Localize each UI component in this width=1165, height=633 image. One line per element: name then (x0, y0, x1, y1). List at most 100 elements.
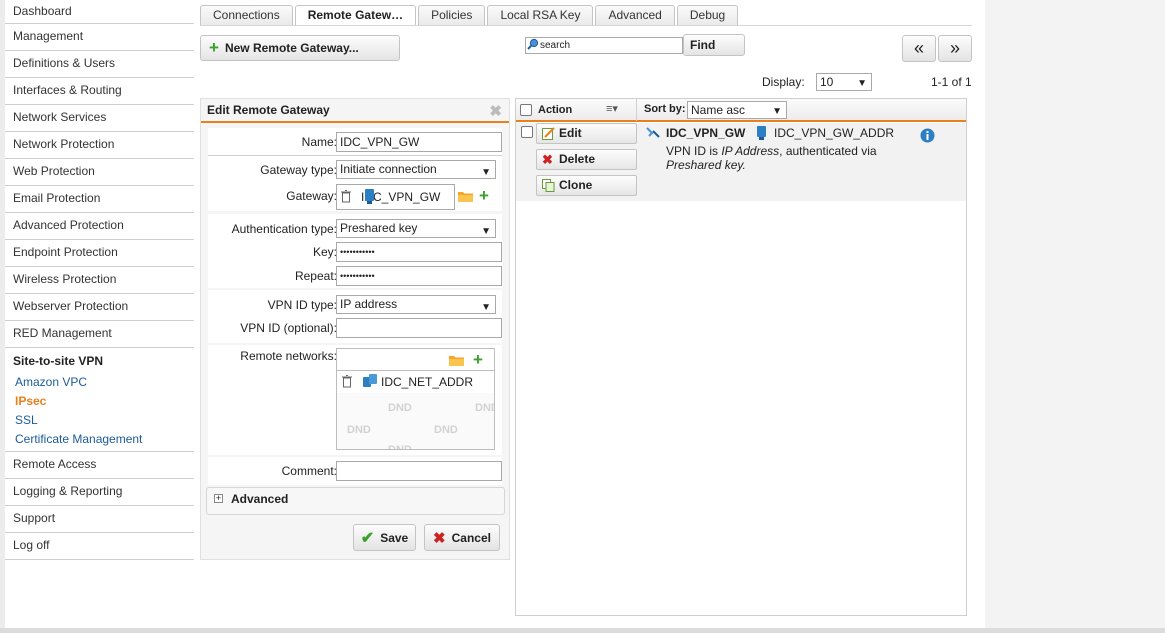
entry-host[interactable]: IDC_VPN_GW_ADDR (774, 126, 894, 140)
remote-networks-section: Remote networks: + IDC_NET_ADDR DND DN D… (208, 345, 502, 455)
tab-connections[interactable]: Connections (200, 5, 293, 26)
nav-log-off[interactable]: Log off (5, 533, 194, 560)
comment-section: Comment: (208, 457, 502, 485)
edit-button[interactable]: Edit (536, 123, 637, 144)
tab-remote-gateways[interactable]: Remote Gatew… (294, 5, 417, 26)
nav-webserver-protection[interactable]: Webserver Protection (5, 294, 194, 321)
search-input[interactable]: search (525, 37, 683, 54)
tab-advanced[interactable]: Advanced (595, 5, 675, 26)
tab-debug[interactable]: Debug (676, 5, 739, 26)
remote-network-item[interactable]: IDC_NET_ADDR (337, 371, 494, 393)
chevron-down-icon: ▼ (857, 78, 867, 89)
checkmark-icon: ✔ (360, 529, 375, 547)
list-header: Action ≡▾ Sort by: Name asc ▼ (516, 99, 966, 122)
nav-definitions-users[interactable]: Definitions & Users (5, 51, 194, 78)
expand-icon[interactable]: + (214, 494, 223, 503)
edit-panel-title: Edit Remote Gateway (207, 103, 330, 117)
key-input[interactable]: ••••••••••• (336, 242, 502, 262)
name-input[interactable]: IDC_VPN_GW (336, 132, 502, 152)
nav-logging-reporting[interactable]: Logging & Reporting (5, 479, 194, 506)
comment-label: Comment: (281, 464, 337, 478)
add-icon[interactable]: + (479, 187, 489, 204)
sortby-select[interactable]: Name asc ▼ (687, 101, 787, 119)
select-all-checkbox[interactable] (520, 104, 532, 116)
gateway-row: Gateway: IDC_VPN_GW + (208, 184, 502, 210)
comment-row: Comment: (208, 461, 502, 483)
auth-type-value: Preshared key (340, 221, 418, 235)
main-panel: Connections Remote Gatew… Policies Local… (194, 0, 985, 628)
trash-icon[interactable] (341, 190, 351, 203)
close-icon[interactable]: ✖ (489, 101, 502, 123)
nav-network-services[interactable]: Network Services (5, 105, 194, 132)
key-row: Key: ••••••••••• (208, 242, 502, 264)
edit-panel-header: Edit Remote Gateway ✖ (201, 99, 509, 123)
sidebar: Dashboard Management Definitions & Users… (5, 0, 194, 633)
column-menu-icon[interactable]: ≡▾ (606, 102, 618, 115)
host-icon (365, 189, 374, 204)
delete-button[interactable]: ✖ Delete (536, 149, 637, 170)
nav-endpoint-protection[interactable]: Endpoint Protection (5, 240, 194, 267)
nav-advanced-protection[interactable]: Advanced Protection (5, 213, 194, 240)
vpn-id-label: VPN ID (optional): (240, 321, 337, 335)
divider (208, 155, 502, 156)
remote-networks-box[interactable]: + IDC_NET_ADDR DND DND DND (336, 348, 495, 450)
advanced-expander[interactable]: + Advanced (206, 487, 505, 515)
nav-certificate-management[interactable]: Certificate Management (5, 430, 194, 449)
nav-network-protection[interactable]: Network Protection (5, 132, 194, 159)
add-icon: + (209, 38, 219, 57)
display-select[interactable]: 10 ▼ (816, 73, 872, 91)
tab-policies[interactable]: Policies (418, 5, 486, 26)
right-background (985, 0, 1165, 628)
gateway-field[interactable]: IDC_VPN_GW (336, 184, 455, 210)
nav-dashboard[interactable]: Dashboard (5, 0, 194, 24)
folder-icon[interactable] (458, 190, 473, 202)
new-remote-gateway-button[interactable]: + New Remote Gateway... (200, 35, 400, 61)
desc-text: , authenticated via (779, 144, 877, 158)
nav-site-to-site-vpn[interactable]: Site-to-site VPN (5, 348, 194, 373)
chevron-down-icon: ▼ (481, 302, 491, 313)
vpn-id-type-select[interactable]: IP address ▼ (336, 295, 496, 314)
clone-button[interactable]: Clone (536, 175, 637, 196)
name-row: Name: IDC_VPN_GW (208, 132, 502, 154)
auth-type-select[interactable]: Preshared key ▼ (336, 219, 496, 238)
auth-type-row: Authentication type: Preshared key ▼ (208, 219, 502, 241)
cancel-button[interactable]: ✖ Cancel (424, 524, 500, 551)
gateway-type-row: Gateway type: Initiate connection ▼ (208, 160, 502, 182)
gateway-type-value: Initiate connection (340, 162, 437, 176)
edit-icon (542, 127, 555, 140)
vpn-id-input[interactable] (336, 318, 502, 338)
prev-page-button[interactable]: « (902, 35, 936, 62)
tab-local-rsa-key[interactable]: Local RSA Key (487, 5, 594, 26)
folder-icon[interactable] (449, 354, 464, 366)
remote-gateways-list: Action ≡▾ Sort by: Name asc ▼ Edit ✖ Del… (515, 98, 967, 616)
comment-input[interactable] (336, 461, 502, 481)
nav-remote-access[interactable]: Remote Access (5, 452, 194, 479)
trash-icon[interactable] (342, 375, 352, 388)
nav-interfaces-routing[interactable]: Interfaces & Routing (5, 78, 194, 105)
gateway-section: Name: IDC_VPN_GW Gateway type: Initiate … (208, 128, 502, 211)
gateway-icon (646, 127, 660, 138)
gateway-type-select[interactable]: Initiate connection ▼ (336, 160, 496, 179)
save-button[interactable]: ✔ Save (353, 524, 416, 551)
nav-ipsec[interactable]: IPsec (5, 392, 194, 411)
entry-name[interactable]: IDC_VPN_GW (666, 126, 745, 140)
nav-wireless-protection[interactable]: Wireless Protection (5, 267, 194, 294)
sortby-value: Name asc (691, 103, 746, 117)
nav-ssl[interactable]: SSL (5, 411, 194, 430)
authentication-section: Authentication type: Preshared key ▼ Key… (208, 214, 502, 288)
nav-support[interactable]: Support (5, 506, 194, 533)
network-icon (363, 374, 377, 387)
add-icon[interactable]: + (473, 351, 483, 368)
info-icon[interactable] (920, 128, 935, 143)
nav-amazon-vpc[interactable]: Amazon VPC (5, 373, 194, 392)
dnd-watermark: DND (388, 402, 412, 414)
nav-web-protection[interactable]: Web Protection (5, 159, 194, 186)
advanced-label: Advanced (231, 492, 289, 506)
find-button[interactable]: Find (683, 34, 745, 56)
nav-email-protection[interactable]: Email Protection (5, 186, 194, 213)
row-checkbox[interactable] (521, 126, 533, 138)
repeat-input[interactable]: ••••••••••• (336, 266, 502, 286)
next-page-button[interactable]: » (938, 35, 972, 62)
nav-red-management[interactable]: RED Management (5, 321, 194, 348)
nav-management[interactable]: Management (5, 24, 194, 51)
